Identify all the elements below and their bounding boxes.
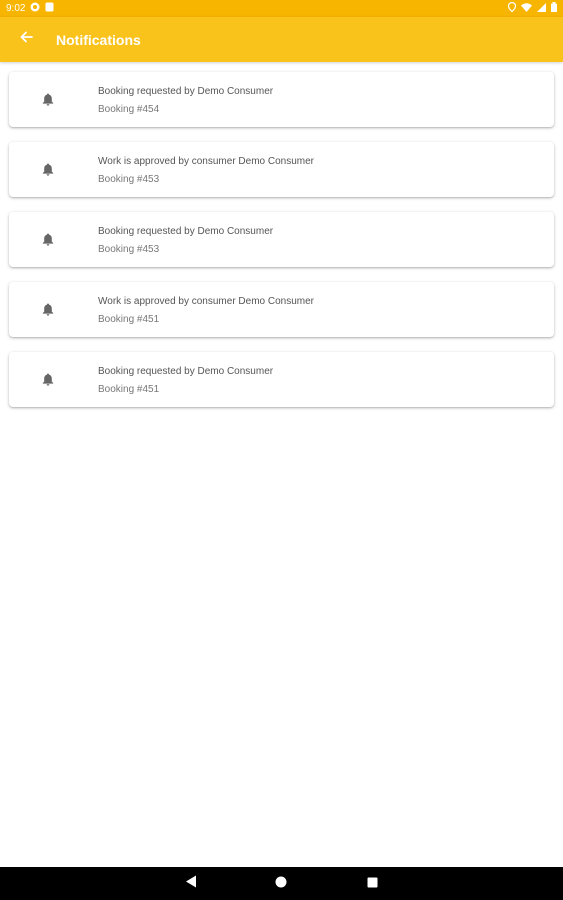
bell-icon	[42, 93, 54, 106]
notification-item[interactable]: Booking requested by Demo Consumer Booki…	[9, 352, 554, 407]
status-left: 9:02	[6, 2, 54, 15]
system-nav-bar	[0, 867, 563, 900]
nav-back-button[interactable]	[182, 875, 200, 893]
recents-square-icon	[367, 875, 378, 893]
nav-home-button[interactable]	[272, 875, 290, 893]
bell-icon	[42, 303, 54, 316]
battery-icon	[551, 2, 557, 15]
notification-title: Work is approved by consumer Demo Consum…	[98, 296, 315, 307]
notification-item[interactable]: Work is approved by consumer Demo Consum…	[9, 142, 554, 197]
notification-item[interactable]: Booking requested by Demo Consumer Booki…	[9, 212, 554, 267]
sync-icon	[30, 2, 40, 15]
notification-icon	[45, 2, 54, 15]
bell-icon	[42, 233, 54, 246]
back-triangle-icon	[185, 875, 197, 893]
notification-item[interactable]: Work is approved by consumer Demo Consum…	[9, 282, 554, 337]
status-bar: 9:02	[0, 0, 563, 17]
notification-title: Work is approved by consumer Demo Consum…	[98, 156, 315, 167]
page-title: Notifications	[56, 31, 141, 48]
app-bar: Notifications	[0, 17, 563, 62]
notification-item[interactable]: Booking requested by Demo Consumer Booki…	[9, 72, 554, 127]
wifi-icon	[521, 2, 532, 15]
status-time: 9:02	[6, 3, 26, 14]
arrow-back-icon	[19, 30, 33, 49]
signal-icon	[537, 2, 546, 15]
nav-recents-button[interactable]	[363, 875, 381, 893]
bell-icon	[42, 373, 54, 386]
home-circle-icon	[275, 875, 287, 893]
status-right	[507, 1, 557, 15]
notification-subtitle: Booking #453	[98, 174, 160, 185]
notification-subtitle: Booking #454	[98, 104, 160, 115]
notification-subtitle: Booking #451	[98, 314, 160, 325]
back-button[interactable]	[8, 22, 44, 58]
notification-title: Booking requested by Demo Consumer	[98, 86, 274, 97]
notification-title: Booking requested by Demo Consumer	[98, 226, 274, 237]
bell-icon	[42, 163, 54, 176]
location-icon	[507, 1, 517, 15]
notification-subtitle: Booking #451	[98, 384, 160, 395]
notification-subtitle: Booking #453	[98, 244, 160, 255]
notification-title: Booking requested by Demo Consumer	[98, 366, 274, 377]
